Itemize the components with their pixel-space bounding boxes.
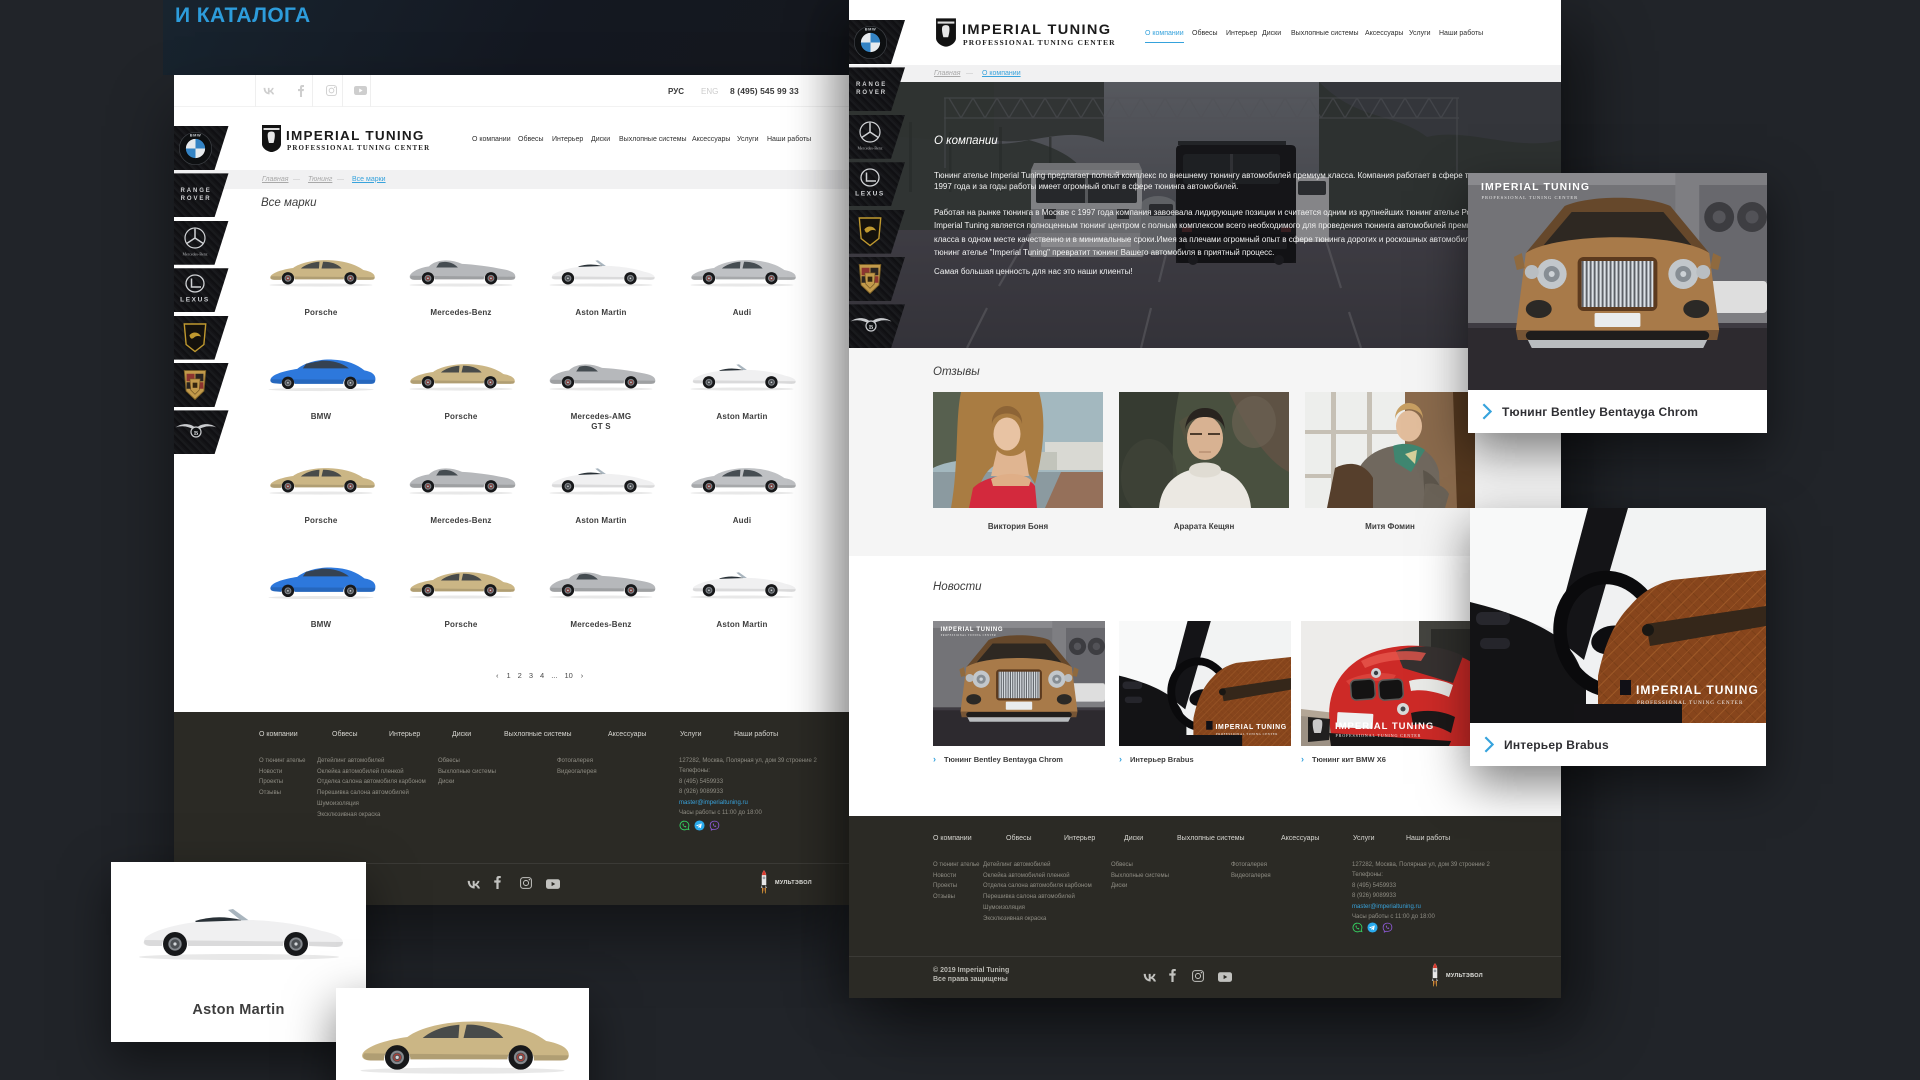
- svg-text:B: B: [869, 324, 874, 331]
- svg-text:BMW: BMW: [189, 132, 200, 137]
- svg-text:BMW: BMW: [865, 26, 876, 31]
- svg-text:B: B: [193, 430, 198, 437]
- svg-text:LEXUS: LEXUS: [180, 297, 210, 304]
- svg-text:Mercedes-Benz: Mercedes-Benz: [182, 251, 207, 256]
- svg-text:Mercedes-Benz: Mercedes-Benz: [857, 145, 882, 150]
- svg-text:LEXUS: LEXUS: [855, 191, 885, 198]
